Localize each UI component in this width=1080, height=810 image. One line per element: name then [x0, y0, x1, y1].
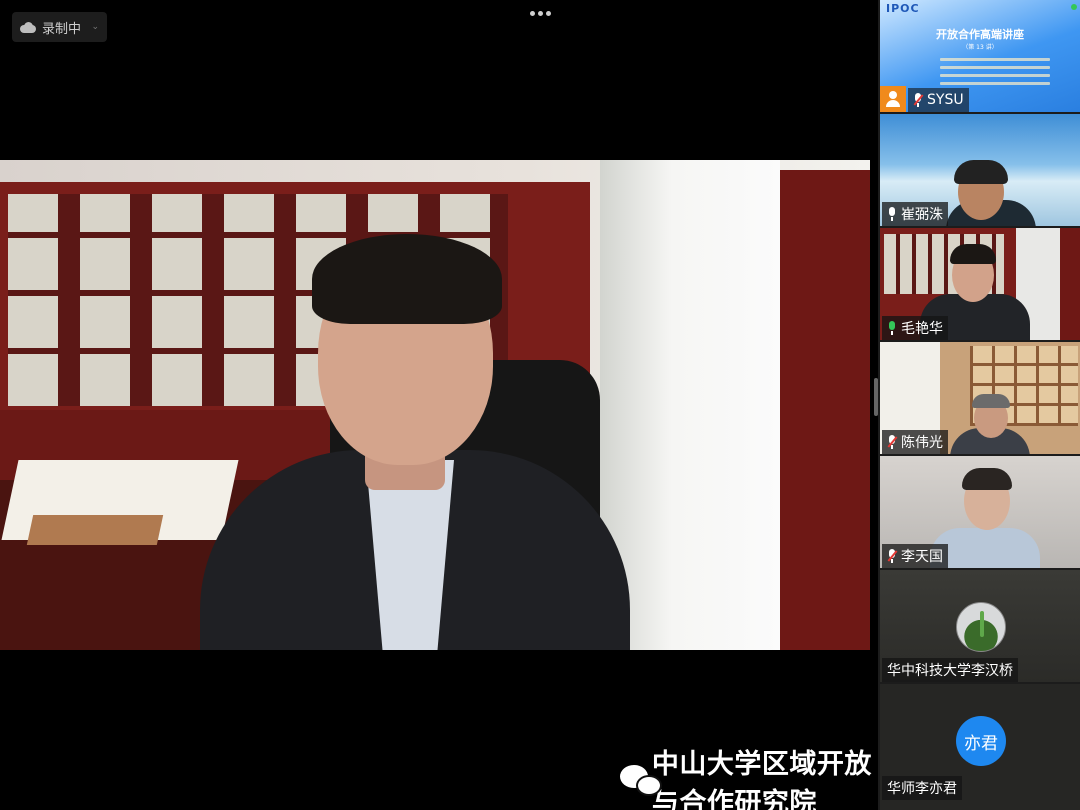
more-options-icon[interactable]	[528, 6, 552, 20]
person-icon	[880, 86, 906, 112]
slide-logo: IPOC	[886, 2, 920, 15]
mic-muted-icon	[887, 549, 898, 563]
participant-tile-mao[interactable]: 毛艳华	[880, 228, 1080, 340]
participant-name-tag: 崔弼洙	[882, 202, 948, 226]
participant-name-tag: 华师李亦君	[882, 776, 962, 800]
participant-name-tag: 毛艳华	[882, 316, 948, 340]
wechat-icon	[620, 763, 662, 799]
participant-sidebar: IPOC 开放合作高端讲座 （第 13 讲） SYSU 崔弼洙 毛艳华 陈伟光 …	[878, 0, 1080, 810]
participant-tile-chen[interactable]: 陈伟光	[880, 342, 1080, 454]
slide-subtitle: （第 13 讲）	[962, 44, 998, 51]
wechat-watermark: 中山大学区域开放与合作研究院	[620, 742, 878, 810]
chevron-down-icon: ⌄	[91, 22, 99, 32]
participant-tile-li-tianguo[interactable]: 李天国	[880, 456, 1080, 568]
participant-tile-cui[interactable]: 崔弼洙	[880, 114, 1080, 226]
status-dot	[1071, 4, 1077, 10]
avatar: 亦君	[956, 716, 1006, 766]
participant-name: 毛艳华	[901, 321, 943, 337]
main-stage: 录制中 ⌄ 中山大学区域开放与合作研究院	[0, 0, 878, 810]
main-speaker-video[interactable]	[0, 160, 870, 650]
participant-tile-sysu[interactable]: IPOC 开放合作高端讲座 （第 13 讲） SYSU	[880, 0, 1080, 112]
watermark-text: 中山大学区域开放与合作研究院	[651, 749, 872, 810]
participant-name-tag: SYSU	[908, 88, 969, 112]
mic-muted-icon	[913, 93, 924, 107]
participant-tile-li-hanqiao[interactable]: 华中科技大学李汉桥	[880, 570, 1080, 682]
recording-indicator[interactable]: 录制中 ⌄	[12, 12, 107, 42]
slide-title: 开放合作高端讲座	[936, 28, 1024, 41]
cloud-icon	[20, 21, 36, 33]
mic-muted-icon	[887, 435, 898, 449]
participant-name-tag: 李天国	[882, 544, 948, 568]
participant-name: SYSU	[927, 92, 964, 108]
mic-speaking-icon	[887, 321, 897, 335]
participant-name: 华中科技大学李汉桥	[887, 663, 1013, 679]
recording-label: 录制中	[42, 21, 82, 37]
participant-name: 崔弼洙	[901, 207, 943, 223]
avatar	[956, 602, 1006, 652]
mic-icon	[887, 207, 897, 221]
participant-name: 华师李亦君	[887, 781, 957, 797]
participant-name: 陈伟光	[901, 435, 943, 451]
participant-name: 李天国	[901, 549, 943, 565]
participant-tile-li-yijun[interactable]: 亦君 华师李亦君	[880, 684, 1080, 810]
participant-name-tag: 华中科技大学李汉桥	[882, 658, 1018, 682]
participant-name-tag: 陈伟光	[882, 430, 948, 454]
